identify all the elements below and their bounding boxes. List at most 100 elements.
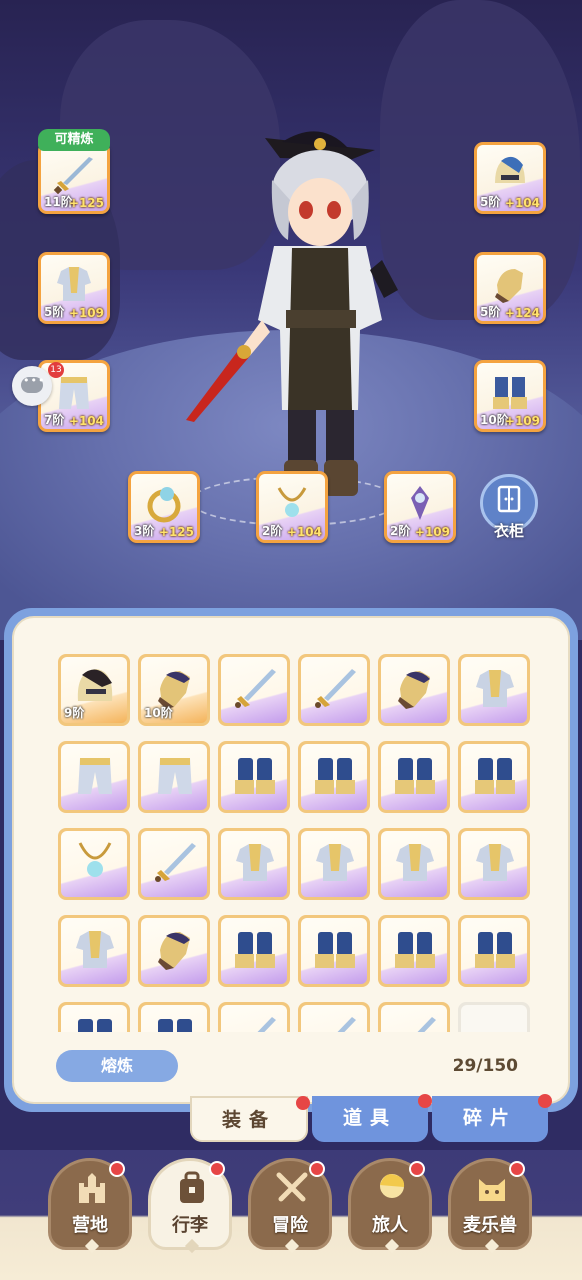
item-frame bbox=[221, 1005, 287, 1032]
item-frame bbox=[221, 744, 287, 810]
smelt-button[interactable]: 熔炼 bbox=[56, 1050, 178, 1082]
slot-frame: 10阶 +109 bbox=[477, 363, 543, 429]
equip-slot-charm[interactable]: 2阶 +109 bbox=[384, 471, 456, 543]
tab-items[interactable]: 道具 bbox=[312, 1094, 432, 1142]
slot-frame: 5阶 +124 bbox=[477, 255, 543, 321]
notification-dot bbox=[296, 1096, 310, 1110]
nav-label: 旅人 bbox=[372, 1215, 408, 1236]
wardrobe-button[interactable]: 衣柜 bbox=[480, 474, 538, 540]
equip-slot-armor[interactable]: 5阶 +109 bbox=[38, 252, 110, 324]
inventory-item[interactable] bbox=[298, 654, 370, 726]
inventory-item[interactable] bbox=[378, 915, 450, 987]
inventory-panel: 9阶 10阶 熔炼 29/150 bbox=[4, 608, 578, 1112]
slot-level: 5阶 bbox=[44, 305, 65, 319]
inventory-item[interactable] bbox=[138, 741, 210, 813]
gauntlet-icon bbox=[158, 932, 190, 970]
nav-camp[interactable]: 营地 bbox=[48, 1158, 132, 1254]
inventory-item[interactable] bbox=[218, 1002, 290, 1032]
pants-icon bbox=[78, 758, 112, 794]
inventory-item[interactable] bbox=[298, 741, 370, 813]
item-frame bbox=[381, 1005, 447, 1032]
inventory-item[interactable] bbox=[138, 1002, 210, 1032]
item-frame bbox=[301, 1005, 367, 1032]
inventory-item[interactable] bbox=[298, 1002, 370, 1032]
inventory-item[interactable] bbox=[458, 915, 530, 987]
equip-slot-helmet[interactable]: 5阶 +104 bbox=[474, 142, 546, 214]
armor-icon bbox=[316, 844, 354, 881]
armor-icon bbox=[476, 670, 514, 707]
chat-button[interactable]: 13 bbox=[12, 362, 64, 406]
inventory-item[interactable] bbox=[218, 654, 290, 726]
armor-icon bbox=[57, 267, 91, 301]
item-frame bbox=[301, 918, 367, 984]
item-frame bbox=[301, 657, 367, 723]
equip-slot-necklace[interactable]: 2阶 +104 bbox=[256, 471, 328, 543]
item-frame bbox=[141, 831, 207, 897]
inventory-item[interactable] bbox=[58, 828, 130, 900]
inventory-item[interactable] bbox=[298, 828, 370, 900]
boots-icon bbox=[235, 758, 275, 794]
item-frame bbox=[301, 744, 367, 810]
inventory-item[interactable]: 10阶 bbox=[138, 654, 210, 726]
tab-fragments[interactable]: 碎片 bbox=[432, 1094, 552, 1142]
item-frame: 9阶 bbox=[61, 657, 127, 723]
equip-slot-weapon[interactable]: 11阶 +125 bbox=[38, 142, 110, 214]
charm-icon bbox=[411, 486, 429, 520]
slot-bonus: +109 bbox=[414, 525, 450, 539]
inventory-slot-empty[interactable] bbox=[458, 1002, 530, 1032]
item-frame bbox=[461, 744, 527, 810]
equip-slot-ring[interactable]: 3阶 +125 bbox=[128, 471, 200, 543]
inventory-item[interactable] bbox=[218, 741, 290, 813]
inventory-item[interactable] bbox=[378, 741, 450, 813]
notification-dot bbox=[409, 1161, 425, 1177]
slot-bonus: +125 bbox=[68, 196, 104, 210]
inventory-item[interactable] bbox=[378, 828, 450, 900]
nav-luggage[interactable]: 行李 bbox=[148, 1158, 232, 1254]
chat-unread-count: 13 bbox=[48, 362, 64, 378]
inventory-item[interactable] bbox=[138, 828, 210, 900]
equip-slot-boots[interactable]: 10阶 +109 bbox=[474, 360, 546, 432]
gauntlet-icon bbox=[495, 269, 523, 303]
player-character[interactable] bbox=[170, 120, 410, 510]
inventory-item[interactable] bbox=[218, 828, 290, 900]
tab-equipment[interactable]: 装备 bbox=[190, 1096, 310, 1142]
tab-label: 道具 bbox=[342, 1107, 397, 1129]
item-frame bbox=[381, 744, 447, 810]
armor-icon bbox=[76, 931, 114, 968]
inventory-item[interactable] bbox=[138, 915, 210, 987]
inventory-item[interactable] bbox=[58, 1002, 130, 1032]
inventory-item[interactable] bbox=[218, 915, 290, 987]
nav-traveler[interactable]: 旅人 bbox=[348, 1158, 432, 1254]
inventory-item[interactable]: 9阶 bbox=[58, 654, 130, 726]
inventory-item[interactable] bbox=[298, 915, 370, 987]
inventory-item[interactable] bbox=[378, 654, 450, 726]
slot-bonus: +104 bbox=[286, 525, 322, 539]
item-frame bbox=[141, 1005, 207, 1032]
inventory-item[interactable] bbox=[58, 915, 130, 987]
equip-slot-gauntlet[interactable]: 5阶 +124 bbox=[474, 252, 546, 324]
slot-level: 2阶 bbox=[390, 524, 411, 538]
necklace-icon bbox=[78, 842, 112, 877]
item-frame: 10阶 bbox=[141, 657, 207, 723]
slot-level: 3阶 bbox=[134, 524, 155, 538]
inventory-item[interactable] bbox=[58, 741, 130, 813]
inventory-item[interactable] bbox=[458, 828, 530, 900]
boots-icon bbox=[395, 758, 435, 794]
armor-icon bbox=[236, 844, 274, 881]
inventory-item[interactable] bbox=[458, 741, 530, 813]
sword-icon bbox=[337, 1017, 356, 1032]
nav-adventure[interactable]: 冒险 bbox=[248, 1158, 332, 1254]
item-frame bbox=[461, 918, 527, 984]
inventory-item[interactable] bbox=[378, 1002, 450, 1032]
slot-bonus: +109 bbox=[68, 306, 104, 320]
slot-level: 2阶 bbox=[262, 524, 283, 538]
boots-icon bbox=[315, 758, 355, 794]
tab-label: 装备 bbox=[221, 1109, 276, 1131]
castle-icon bbox=[79, 1173, 105, 1203]
inventory-item[interactable] bbox=[458, 654, 530, 726]
helmet-icon bbox=[495, 156, 525, 183]
wardrobe-label: 衣柜 bbox=[493, 522, 524, 540]
nav-pets[interactable]: 麦乐兽 bbox=[448, 1158, 532, 1254]
necklace-icon bbox=[277, 487, 307, 517]
ring-icon bbox=[147, 487, 181, 523]
